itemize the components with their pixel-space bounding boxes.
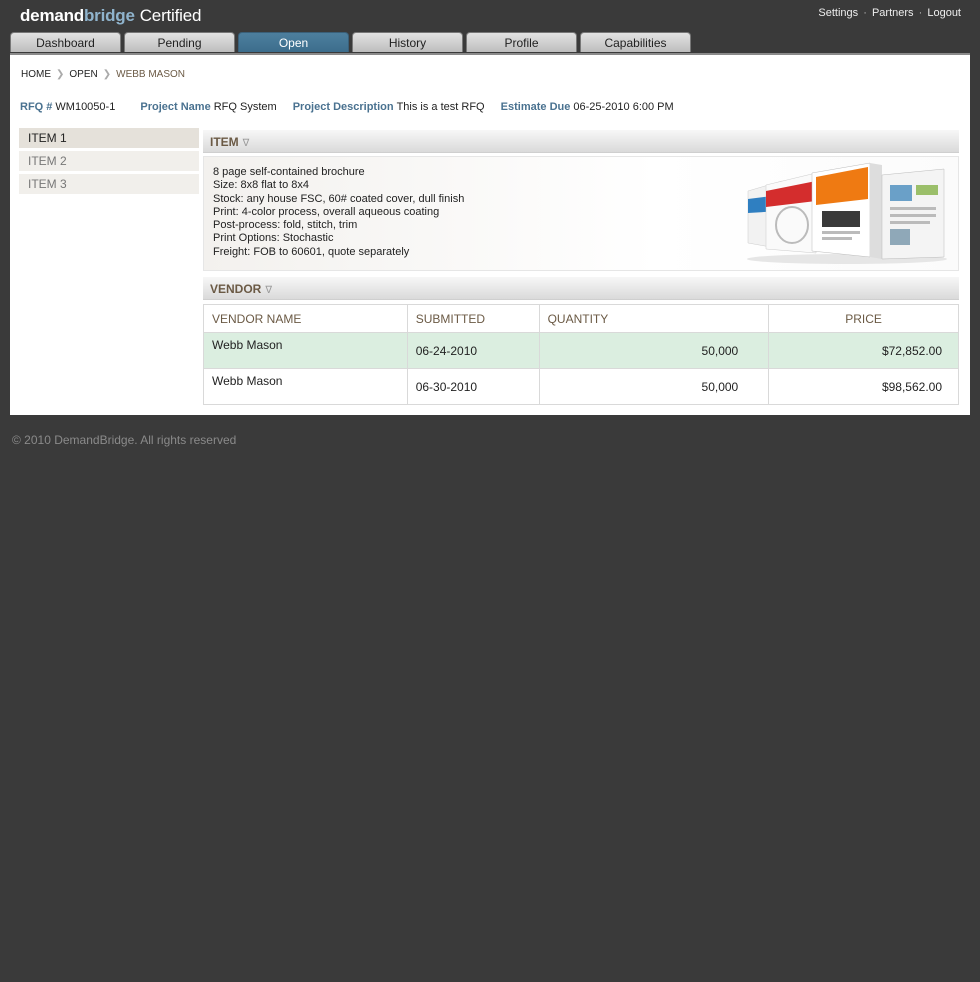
estimate-due-label: Estimate Due [500,101,571,113]
link-separator: · [863,7,867,19]
copyright-footer: © 2010 DemandBridge. All rights reserved [12,433,237,447]
column-header-quantity[interactable]: QUANTITY [538,304,770,333]
rfq-label: RFQ # [20,101,53,113]
brand-part-2: bridge [83,6,135,25]
double-chevron-down-icon[interactable]: ∇ [243,138,250,149]
table-row[interactable]: Webb Mason 06-24-2010 50,000 $72,852.00 [203,332,959,369]
tab-history[interactable]: History [352,32,463,52]
link-separator: · [918,7,923,19]
project-description-label: Project Description [292,101,394,113]
main-panel: HOME ❯ OPEN ❯ WEBB MASON RFQ # WM10050-1 Proj… [10,55,970,415]
breadcrumb-current: WEBB MASON [116,69,186,80]
tab-pending[interactable]: Pending [124,32,235,52]
partners-link[interactable]: Partners [872,7,914,19]
double-chevron-down-icon[interactable]: ∇ [265,285,272,296]
description-line: 8 page self-contained brochure [213,166,365,178]
vendor-name-cell[interactable]: Webb Mason [203,368,408,405]
estimate-due-value: 06-25-2010 6:00 PM [573,101,674,113]
item-list: ITEM 1 ITEM 2 ITEM 3 [19,128,199,197]
project-name-value: RFQ System [213,101,277,113]
price-cell: $98,562.00 [768,368,959,405]
item-section-title: ITEM [210,135,239,149]
vendor-section-title: VENDOR [210,282,262,296]
logout-link[interactable]: Logout [927,7,961,19]
tab-dashboard[interactable]: Dashboard [10,32,121,52]
item-details: 8 page self-contained brochure Size: 8x8… [203,156,959,271]
description-line: Stock: any house FSC, 60# coated cover, … [213,192,465,205]
tab-open[interactable]: Open [238,32,349,52]
vendor-name-cell[interactable]: Webb Mason [203,332,408,369]
quantity-cell: 50,000 [538,368,770,405]
table-row[interactable]: Webb Mason 06-30-2010 50,000 $98,562.00 [203,368,959,405]
main-tabs: Dashboard Pending Open History Profile C… [10,32,970,55]
rfq-meta: RFQ # WM10050-1 Project Name RFQ System Pr… [20,101,674,113]
description-line: Print Options: Stochastic [213,232,334,245]
column-header-vendor-name[interactable]: VENDOR NAME [203,304,408,333]
column-header-price[interactable]: PRICE [768,304,959,333]
breadcrumb: HOME ❯ OPEN ❯ WEBB MASON [21,69,185,80]
tab-capabilities[interactable]: Capabilities [580,32,691,52]
settings-link[interactable]: Settings [818,7,858,19]
item-list-entry-2[interactable]: ITEM 2 [19,151,199,171]
item-list-entry-1[interactable]: ITEM 1 [19,128,199,148]
item-list-entry-3[interactable]: ITEM 3 [19,174,199,194]
submitted-cell: 06-24-2010 [406,332,540,369]
breadcrumb-open[interactable]: OPEN [69,69,97,80]
price-cell: $72,852.00 [768,332,959,369]
table-header-row: VENDOR NAME SUBMITTED QUANTITY PRICE [203,304,959,333]
brand-logo: demandbridge Certified [20,6,201,26]
column-header-submitted[interactable]: SUBMITTED [406,304,540,333]
description-line: Freight: FOB to 60601, quote separately [213,245,410,258]
project-description-value: This is a test RFQ [396,101,485,113]
quantity-cell: 50,000 [538,332,770,369]
brochure-image [747,162,947,264]
brand-part-3: Certified [139,6,202,25]
description-line: Print: 4-color process, overall aqueous … [213,205,440,218]
description-line: Size: 8x8 flat to 8x4 [213,179,309,192]
vendor-table: VENDOR NAME SUBMITTED QUANTITY PRICE Web… [203,304,959,405]
item-description: 8 page self-contained brochure Size: 8x8… [213,166,464,259]
vendor-section-header: VENDOR ∇ [203,277,959,300]
breadcrumb-home[interactable]: HOME [21,69,51,80]
top-links: Settings · Partners · Logout [818,7,961,19]
chevron-right-icon: ❯ [102,69,112,80]
project-name-label: Project Name [140,101,211,113]
item-section-header: ITEM ∇ [203,130,959,153]
description-line: Post-process: fold, stitch, trim [213,219,358,232]
brand-part-1: demand [20,6,84,25]
rfq-value: WM10050-1 [55,101,116,113]
submitted-cell: 06-30-2010 [406,368,540,405]
chevron-right-icon: ❯ [56,69,65,80]
tab-profile[interactable]: Profile [466,32,577,52]
